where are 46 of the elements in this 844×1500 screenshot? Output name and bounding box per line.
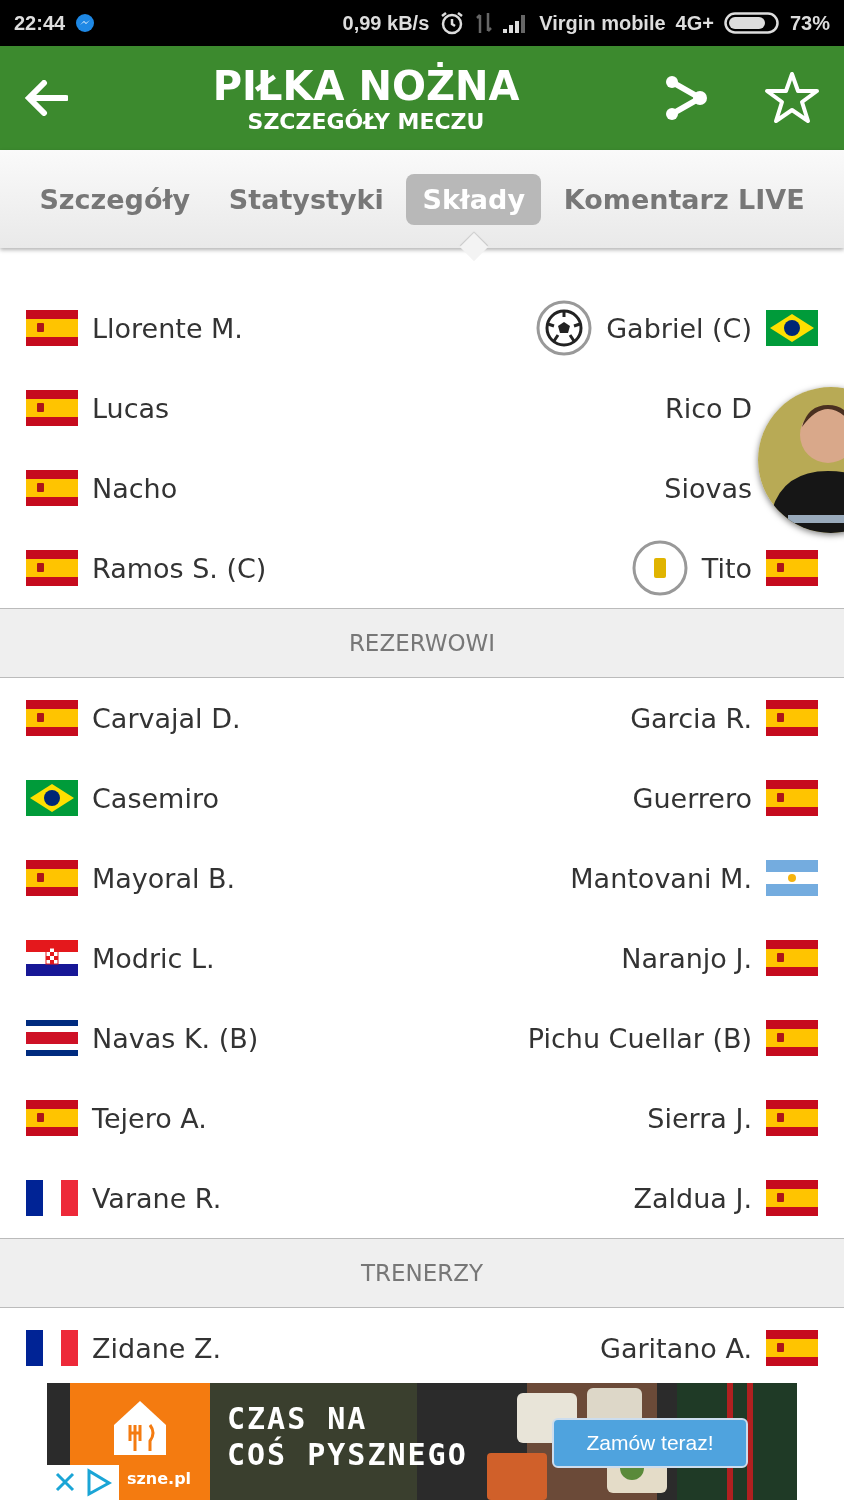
player-name: Pichu Cuellar (B) — [527, 1022, 752, 1054]
section-title: TRENERZY — [360, 1260, 484, 1286]
ad-headline: COŚ PYSZNEGO — [227, 1437, 468, 1473]
player-name: Sierra J. — [647, 1102, 752, 1134]
tab[interactable]: Komentarz LIVE — [547, 173, 821, 225]
player-name: Tito — [701, 552, 752, 584]
carrier-name: Virgin mobile — [539, 11, 666, 35]
brand-text: szne.pl — [127, 1469, 192, 1488]
messenger-icon — [75, 13, 96, 33]
player-name: Zidane Z. — [92, 1332, 222, 1364]
player-name: Zaldua J. — [633, 1182, 752, 1214]
data-arrows-icon — [475, 11, 494, 35]
player-name: Siovas — [664, 472, 752, 504]
order-button[interactable]: Zamów teraz! — [552, 1418, 748, 1468]
page-subtitle: SZCZEGÓŁY MECZU — [247, 108, 485, 134]
player-name: Rico D — [665, 392, 752, 424]
network-speed: 0,99 kB/s — [342, 11, 430, 35]
player-name: Casemiro — [92, 782, 219, 814]
section-title: REZERWOWI — [348, 630, 496, 656]
tab[interactable]: Statystyki — [212, 173, 400, 225]
player-name: Nacho — [92, 472, 178, 504]
back-arrow-icon[interactable] — [24, 80, 68, 116]
player-name: Mantovani M. — [570, 862, 752, 894]
player-name: Ramos S. (C) — [92, 552, 267, 584]
player-name: Llorente M. — [92, 312, 243, 344]
player-name: Naranjo J. — [621, 942, 752, 974]
player-name: Garcia R. — [630, 702, 752, 734]
player-name: Gabriel (C) — [606, 312, 752, 344]
player-name: Varane R. — [92, 1182, 222, 1214]
network-type: 4G+ — [675, 11, 714, 35]
player-name: Mayoral B. — [92, 862, 236, 894]
tab[interactable]: Szczegóły — [23, 173, 207, 225]
share-icon[interactable] — [664, 76, 708, 120]
battery-icon — [723, 11, 780, 35]
player-name: Tejero A. — [92, 1102, 207, 1134]
page-title: PIŁKA NOŻNA — [212, 62, 520, 109]
battery-percent: 73% — [789, 11, 830, 35]
player-name: Carvajal D. — [92, 702, 241, 734]
player-name: Navas K. (B) — [92, 1022, 259, 1054]
clock: 22:44 — [14, 11, 66, 35]
player-name: Lucas — [92, 392, 170, 424]
player-name: Modric L. — [92, 942, 215, 974]
player-name: Guerrero — [632, 782, 752, 814]
star-icon[interactable] — [764, 71, 820, 125]
ad-headline: CZAS NA — [227, 1401, 369, 1436]
player-name: Garitano A. — [600, 1332, 752, 1364]
